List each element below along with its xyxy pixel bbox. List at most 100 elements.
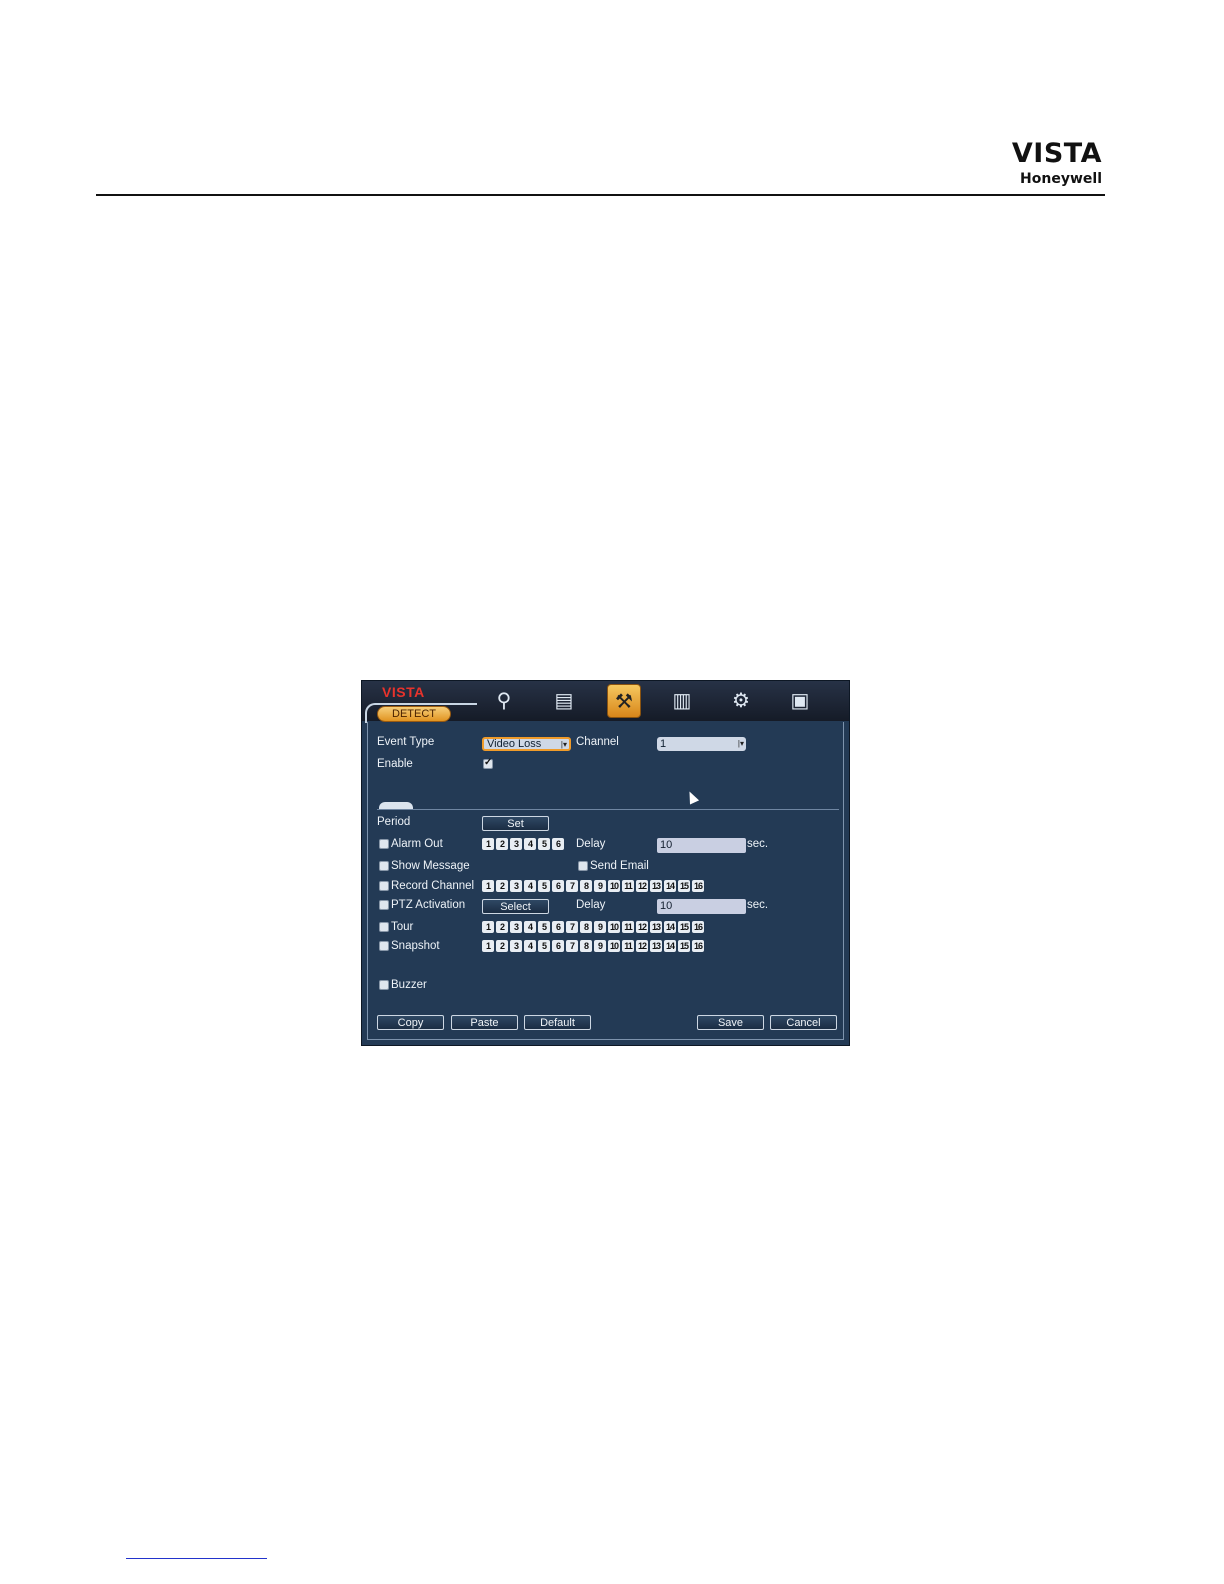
record-channel-checkbox[interactable] <box>379 881 389 891</box>
event-type-label: Event Type <box>377 736 435 748</box>
show-message-checkbox[interactable] <box>379 861 389 871</box>
alarm-out-label: Alarm Out <box>391 838 443 850</box>
tour-13[interactable]: 13 <box>650 921 662 933</box>
tour-1[interactable]: 1 <box>482 921 494 933</box>
record-channel-1[interactable]: 1 <box>482 880 494 892</box>
send-email-label: Send Email <box>590 860 649 872</box>
snapshot-9[interactable]: 9 <box>594 940 606 952</box>
event-type-select[interactable]: Video Loss |▾ <box>482 737 571 751</box>
snapshot-16[interactable]: 16 <box>692 940 704 952</box>
delay-input[interactable]: 10 <box>657 838 746 853</box>
snapshot-label: Snapshot <box>391 940 440 952</box>
tour-11[interactable]: 11 <box>622 921 634 933</box>
header-rule <box>96 194 1105 196</box>
set-button[interactable]: Set <box>482 816 549 831</box>
alarm-out-2[interactable]: 2 <box>496 838 508 850</box>
enable-checkbox[interactable] <box>483 757 493 769</box>
record-channel-15[interactable]: 15 <box>678 880 690 892</box>
tour-6[interactable]: 6 <box>552 921 564 933</box>
record-channel-5[interactable]: 5 <box>538 880 550 892</box>
select-button[interactable]: Select <box>482 899 549 914</box>
alarm-out-1[interactable]: 1 <box>482 838 494 850</box>
security-icon[interactable]: ▥ <box>666 684 698 716</box>
tour-12[interactable]: 12 <box>636 921 648 933</box>
snapshot-2[interactable]: 2 <box>496 940 508 952</box>
tour-label: Tour <box>391 921 414 933</box>
snapshot-4[interactable]: 4 <box>524 940 536 952</box>
record-channel-14[interactable]: 14 <box>664 880 676 892</box>
snapshot-5[interactable]: 5 <box>538 940 550 952</box>
tour-3[interactable]: 3 <box>510 921 522 933</box>
tour-15[interactable]: 15 <box>678 921 690 933</box>
alarm-out-5[interactable]: 5 <box>538 838 550 850</box>
snapshot-3[interactable]: 3 <box>510 940 522 952</box>
record-channel-9[interactable]: 9 <box>594 880 606 892</box>
send-email-checkbox[interactable] <box>578 861 588 871</box>
chevron-down-icon: |▾ <box>737 739 744 748</box>
buzzer-label: Buzzer <box>391 979 427 991</box>
tour-numbers: 1 2 3 4 5 6 7 8 9 10 11 12 13 14 15 16 <box>482 921 706 934</box>
record-channel-numbers: 1 2 3 4 5 6 7 8 9 10 11 12 13 14 15 16 <box>482 880 706 893</box>
snapshot-8[interactable]: 8 <box>580 940 592 952</box>
snapshot-numbers: 1 2 3 4 5 6 7 8 9 10 11 12 13 14 15 16 <box>482 940 706 953</box>
record-channel-13[interactable]: 13 <box>650 880 662 892</box>
record-channel-6[interactable]: 6 <box>552 880 564 892</box>
default-button[interactable]: Default <box>524 1015 591 1030</box>
tour-checkbox[interactable] <box>379 922 389 932</box>
alarm-out-3[interactable]: 3 <box>510 838 522 850</box>
vista-honeywell-logo: VISTA Honeywell <box>1012 140 1102 186</box>
alarm-out-4[interactable]: 4 <box>524 838 536 850</box>
save-button[interactable]: Save <box>697 1015 764 1030</box>
delay-input-2[interactable]: 10 <box>657 899 746 914</box>
tour-2[interactable]: 2 <box>496 921 508 933</box>
record-channel-7[interactable]: 7 <box>566 880 578 892</box>
record-channel-11[interactable]: 11 <box>622 880 634 892</box>
buzzer-checkbox[interactable] <box>379 980 389 990</box>
snapshot-12[interactable]: 12 <box>636 940 648 952</box>
alarm-out-6[interactable]: 6 <box>552 838 564 850</box>
cancel-button[interactable]: Cancel <box>770 1015 837 1030</box>
snapshot-1[interactable]: 1 <box>482 940 494 952</box>
tour-10[interactable]: 10 <box>608 921 620 933</box>
logo-vista: VISTA <box>1011 138 1102 169</box>
snapshot-7[interactable]: 7 <box>566 940 578 952</box>
ptz-activation-checkbox[interactable] <box>379 900 389 910</box>
record-icon[interactable]: ▤ <box>548 684 580 716</box>
record-channel-10[interactable]: 10 <box>608 880 620 892</box>
record-channel-2[interactable]: 2 <box>496 880 508 892</box>
snapshot-11[interactable]: 11 <box>622 940 634 952</box>
snapshot-6[interactable]: 6 <box>552 940 564 952</box>
delay-label: Delay <box>576 838 606 850</box>
tour-4[interactable]: 4 <box>524 921 536 933</box>
tour-9[interactable]: 9 <box>594 921 606 933</box>
footer-link-underline[interactable] <box>126 1558 267 1559</box>
tour-14[interactable]: 14 <box>664 921 676 933</box>
snapshot-15[interactable]: 15 <box>678 940 690 952</box>
snapshot-checkbox[interactable] <box>379 941 389 951</box>
tab-detect[interactable]: DETECT <box>377 706 451 722</box>
search-icon[interactable]: ⚲ <box>488 684 520 716</box>
alarm-out-checkbox[interactable] <box>379 839 389 849</box>
system-icon[interactable]: ▣ <box>784 684 816 716</box>
event-type-value: Video Loss <box>487 738 542 750</box>
tour-16[interactable]: 16 <box>692 921 704 933</box>
tools-icon[interactable]: ⚒ <box>607 684 641 718</box>
snapshot-13[interactable]: 13 <box>650 940 662 952</box>
network-icon[interactable]: ⚙ <box>725 684 757 716</box>
delay-label-2: Delay <box>576 899 606 911</box>
record-channel-16[interactable]: 16 <box>692 880 704 892</box>
record-channel-8[interactable]: 8 <box>580 880 592 892</box>
snapshot-10[interactable]: 10 <box>608 940 620 952</box>
record-channel-4[interactable]: 4 <box>524 880 536 892</box>
record-channel-12[interactable]: 12 <box>636 880 648 892</box>
paste-button[interactable]: Paste <box>451 1015 518 1030</box>
show-message-label: Show Message <box>391 860 470 872</box>
tour-5[interactable]: 5 <box>538 921 550 933</box>
record-channel-3[interactable]: 3 <box>510 880 522 892</box>
channel-select[interactable]: 1 |▾ <box>657 737 746 751</box>
snapshot-14[interactable]: 14 <box>664 940 676 952</box>
dvr-detect-window: VISTA DETECT ⚲ ▤ ⚒ ▥ ⚙ ▣ Event Type Vide… <box>361 680 850 1046</box>
copy-button[interactable]: Copy <box>377 1015 444 1030</box>
tour-8[interactable]: 8 <box>580 921 592 933</box>
tour-7[interactable]: 7 <box>566 921 578 933</box>
